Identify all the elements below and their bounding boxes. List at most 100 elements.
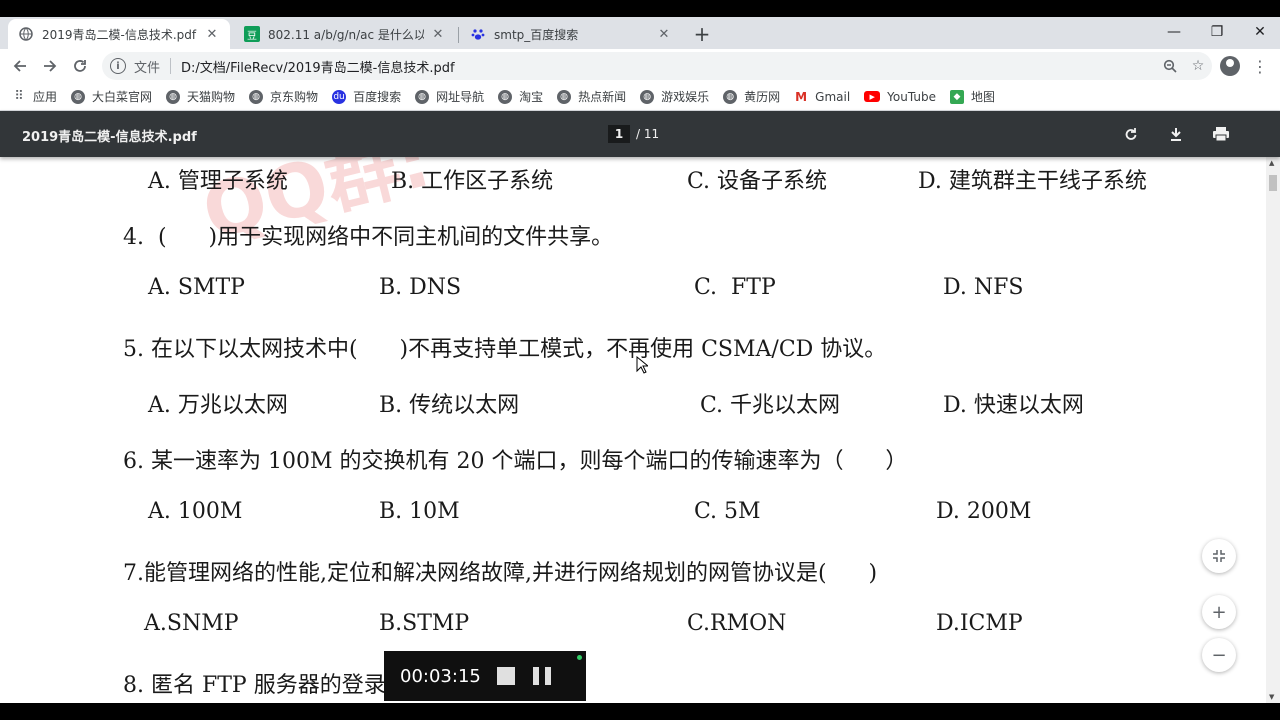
plus-icon: + <box>1211 601 1227 623</box>
question-4: 4. ( )用于实现网络中不同主机间的文件共享。 <box>123 225 614 250</box>
zoom-in-button[interactable]: + <box>1202 595 1236 629</box>
q6-option-b: B. 10M <box>379 499 460 524</box>
bookmark-item[interactable]: ◍ 游戏娱乐 <box>640 88 709 105</box>
rotate-icon <box>1125 128 1137 140</box>
apps-grid-icon: ⠿ <box>14 89 24 104</box>
profile-avatar-icon[interactable] <box>1220 56 1240 76</box>
recording-control-bar: 00:03:15 <box>384 651 586 701</box>
url-scheme: 文件 <box>134 60 161 76</box>
rotate-button[interactable] <box>1120 123 1142 145</box>
address-bar[interactable]: i 文件 D:/文档/FileRecv/2019青岛二模-信息技术.pdf ☆ <box>102 52 1212 80</box>
bookmark-maps[interactable]: ◆ 地图 <box>949 88 995 105</box>
mouse-cursor-icon <box>636 355 650 378</box>
zoom-icon[interactable] <box>1156 54 1184 78</box>
zoom-out-button[interactable]: − <box>1202 638 1236 672</box>
url-text[interactable]: D:/文档/FileRecv/2019青岛二模-信息技术.pdf <box>181 57 1156 76</box>
close-icon[interactable]: ✕ <box>430 26 446 42</box>
close-icon[interactable]: ✕ <box>204 26 220 42</box>
baidu-paw-icon <box>470 26 486 42</box>
bookmark-item[interactable]: ◍ 天猫购物 <box>166 88 235 105</box>
download-button[interactable] <box>1165 123 1187 145</box>
window-close-button[interactable]: ✕ <box>1240 21 1280 43</box>
arrow-right-icon <box>44 60 57 72</box>
bookmark-item[interactable]: ◍ 黄历网 <box>723 88 780 105</box>
q5-option-b: B. 传统以太网 <box>379 393 520 418</box>
globe-icon: ◍ <box>415 89 430 104</box>
stop-recording-button[interactable] <box>496 667 515 685</box>
douban-icon: 豆 <box>244 26 260 42</box>
bookmark-item[interactable]: ◍ 淘宝 <box>498 88 543 105</box>
scrollbar[interactable]: ▲ ▼ <box>1266 157 1280 703</box>
question-6: 6. 某一速率为 100M 的交换机有 20 个端口，则每个端口的传输速率为（ … <box>123 449 908 474</box>
browser-toolbar: i 文件 D:/文档/FileRecv/2019青岛二模-信息技术.pdf ☆ … <box>0 49 1280 83</box>
gmail-icon: M <box>794 89 809 104</box>
q3-option-a: A. 管理子系统 <box>148 169 288 194</box>
scroll-up-arrow-icon[interactable]: ▲ <box>1269 159 1274 167</box>
more-menu-icon[interactable]: ⋮ <box>1252 55 1268 77</box>
back-button[interactable] <box>7 53 33 79</box>
globe-icon: ◍ <box>557 89 572 104</box>
minimize-button[interactable]: — <box>1154 21 1194 43</box>
question-5: 5. 在以下以太网技术中( )不再支持单工模式，不再使用 CSMA/CD 协议。 <box>123 337 887 362</box>
recording-timer: 00:03:15 <box>400 665 481 687</box>
q4-option-c: C. FTP <box>694 275 776 300</box>
youtube-icon: ▶ <box>864 91 881 102</box>
bookmarks-bar: ⠿ 应用 ◍ 大白菜官网 ◍ 天猫购物 ◍ 京东购物 du 百度搜索 ◍ 网址导航 ◍ 淘宝 … <box>0 83 1280 111</box>
bookmark-item[interactable]: du 百度搜索 <box>332 88 401 105</box>
bookmark-item[interactable]: ◍ 网址导航 <box>415 88 484 105</box>
tab-title: smtp_百度搜索 <box>494 27 579 42</box>
new-tab-button[interactable]: + <box>690 22 714 46</box>
tab-80211[interactable]: 豆 802.11 a/b/g/n/ac 是什么以及有 ✕ <box>234 19 456 49</box>
reload-button[interactable] <box>67 53 93 79</box>
globe-icon: ◍ <box>498 89 513 104</box>
pdf-toolbar: 2019青岛二模-信息技术.pdf 1 / 11 <box>0 111 1280 157</box>
q4-option-b: B. DNS <box>379 275 462 300</box>
arrow-left-icon <box>13 60 26 72</box>
tab-strip: 2019青岛二模-信息技术.pdf ✕ 豆 802.11 a/b/g/n/ac … <box>0 17 1280 49</box>
globe-icon: ◍ <box>71 89 86 104</box>
star-icon[interactable]: ☆ <box>1184 54 1212 78</box>
bookmark-item[interactable]: ◍ 大白菜官网 <box>71 88 152 105</box>
print-button[interactable] <box>1210 123 1232 145</box>
q7-option-a: A.SNMP <box>144 611 239 636</box>
bookmark-youtube[interactable]: ▶ YouTube <box>864 90 936 104</box>
question-7: 7.能管理网络的性能,定位和解决网络故障,并进行网络规划的网管协议是( ) <box>123 561 878 586</box>
download-icon <box>1171 128 1181 141</box>
forward-button[interactable] <box>37 53 63 79</box>
divider <box>170 58 172 74</box>
restore-button[interactable]: ❐ <box>1197 21 1237 43</box>
reload-icon <box>74 60 86 72</box>
page-total: / 11 <box>636 127 660 141</box>
q3-option-d: D. 建筑群主干线子系统 <box>918 169 1147 194</box>
q5-option-c: C. 千兆以太网 <box>700 393 841 418</box>
info-icon[interactable]: i <box>110 58 126 74</box>
globe-icon: ◍ <box>723 89 738 104</box>
page-number-input[interactable]: 1 <box>608 125 630 143</box>
q4-option-a: A. SMTP <box>148 275 245 300</box>
q5-option-d: D. 快速以太网 <box>943 393 1084 418</box>
pause-recording-button[interactable] <box>532 667 551 685</box>
pdf-viewport[interactable]: QQ群: A. 管理子系统 B. 工作区子系统 C. 设备子系统 D. 建筑群主… <box>0 157 1266 703</box>
baidu-paw-icon: du <box>332 89 347 104</box>
scroll-down-arrow-icon[interactable]: ▼ <box>1269 693 1274 701</box>
q6-option-c: C. 5M <box>694 499 761 524</box>
tab-smtp-search[interactable]: smtp_百度搜索 ✕ <box>460 19 682 49</box>
q6-option-a: A. 100M <box>148 499 243 524</box>
scrollbar-thumb[interactable] <box>1269 175 1277 191</box>
tab-separator <box>458 27 459 43</box>
bookmark-item[interactable]: ◍ 京东购物 <box>249 88 318 105</box>
bookmark-gmail[interactable]: M Gmail <box>794 89 850 104</box>
q7-option-d: D.ICMP <box>936 611 1023 636</box>
fit-page-button[interactable] <box>1202 539 1236 573</box>
tab-pdf[interactable]: 2019青岛二模-信息技术.pdf ✕ <box>8 19 230 49</box>
tab-title: 2019青岛二模-信息技术.pdf <box>42 27 197 42</box>
close-icon[interactable]: ✕ <box>656 26 672 42</box>
q7-option-b: B.STMP <box>379 611 470 636</box>
browser-window: 2019青岛二模-信息技术.pdf ✕ 豆 802.11 a/b/g/n/ac … <box>0 17 1280 703</box>
bookmark-item[interactable]: ◍ 热点新闻 <box>557 88 626 105</box>
q3-option-b: B. 工作区子系统 <box>391 169 554 194</box>
pdf-title: 2019青岛二模-信息技术.pdf <box>22 130 197 145</box>
maps-icon: ◆ <box>949 89 964 104</box>
bookmark-apps[interactable]: ⠿ 应用 <box>12 88 57 105</box>
globe-icon: ◍ <box>249 89 264 104</box>
